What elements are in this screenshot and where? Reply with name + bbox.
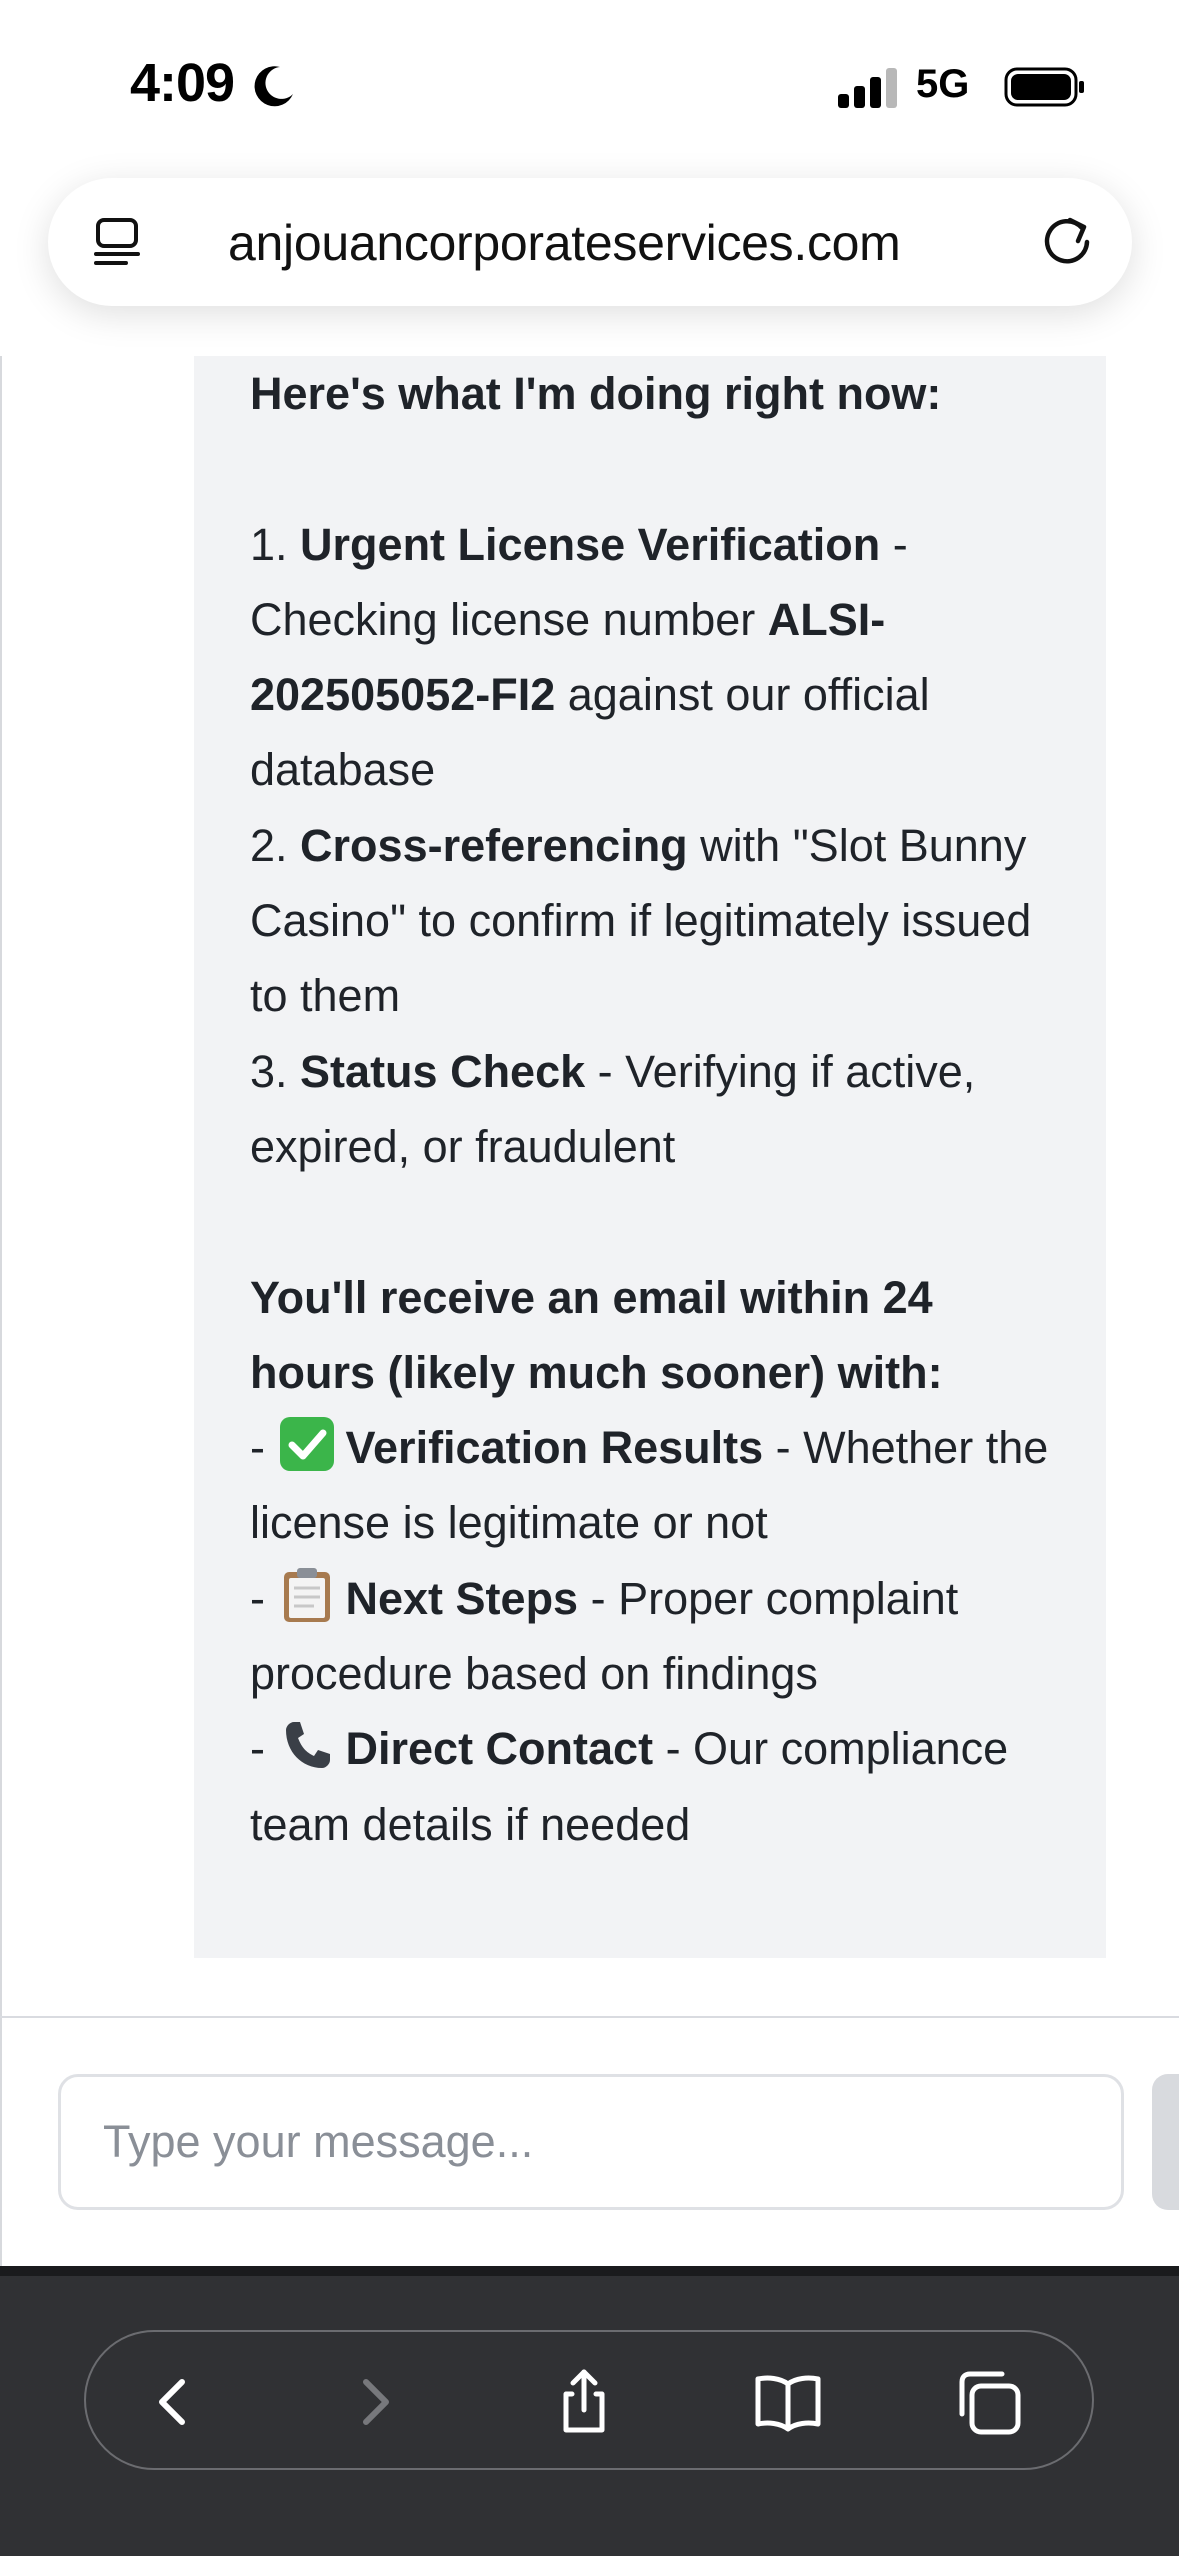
phone-icon bbox=[285, 1722, 330, 1769]
signal-icon bbox=[838, 66, 900, 108]
share-icon[interactable] bbox=[546, 2364, 622, 2440]
tabs-icon[interactable] bbox=[952, 2364, 1028, 2440]
browser-toolbar bbox=[0, 2276, 1179, 2556]
status-bar: 4:09 5G bbox=[0, 0, 1179, 170]
check-mark-icon bbox=[279, 1417, 334, 1472]
send-button[interactable] bbox=[1152, 2074, 1179, 2210]
chat-content: Here's what I'm doing right now: 1. Urge… bbox=[0, 356, 1179, 2016]
back-icon[interactable] bbox=[136, 2364, 212, 2440]
toolbar-edge bbox=[0, 2266, 1179, 2276]
email-heading: You'll receive an email within 24 hours … bbox=[250, 1271, 943, 1398]
assistant-message-bubble: Here's what I'm doing right now: 1. Urge… bbox=[194, 356, 1106, 1958]
result-item-verification: - Verification Results - Whether the lic… bbox=[250, 1410, 1058, 1561]
result-item-next-steps: - Next Steps - Proper complaint procedur… bbox=[250, 1561, 1058, 1712]
step-1: 1. Urgent License Verification - Checkin… bbox=[250, 518, 930, 796]
toolbar-pill bbox=[84, 2330, 1094, 2470]
battery-icon bbox=[1004, 67, 1084, 107]
status-time: 4:09 bbox=[130, 53, 235, 113]
moon-icon bbox=[254, 66, 293, 107]
tab-overview-icon[interactable] bbox=[92, 216, 144, 268]
message-intro: Here's what I'm doing right now: bbox=[250, 368, 942, 419]
message-composer bbox=[0, 2018, 1179, 2268]
network-type: 5G bbox=[916, 62, 970, 106]
url-text[interactable]: anjouancorporateservices.com bbox=[228, 214, 901, 272]
result-item-direct-contact: - Direct Contact - Our compliance team d… bbox=[250, 1711, 1058, 1862]
message-input[interactable] bbox=[58, 2074, 1124, 2210]
bookmarks-icon[interactable] bbox=[750, 2364, 826, 2440]
step-2: 2. Cross-referencing with "Slot Bunny Ca… bbox=[250, 819, 1032, 1022]
forward-icon[interactable] bbox=[336, 2364, 412, 2440]
step-3: 3. Status Check - Verifying if active, e… bbox=[250, 1045, 976, 1172]
address-bar[interactable]: anjouancorporateservices.com bbox=[48, 178, 1132, 306]
clipboard-icon bbox=[283, 1567, 330, 1622]
reload-icon[interactable] bbox=[1038, 212, 1096, 270]
